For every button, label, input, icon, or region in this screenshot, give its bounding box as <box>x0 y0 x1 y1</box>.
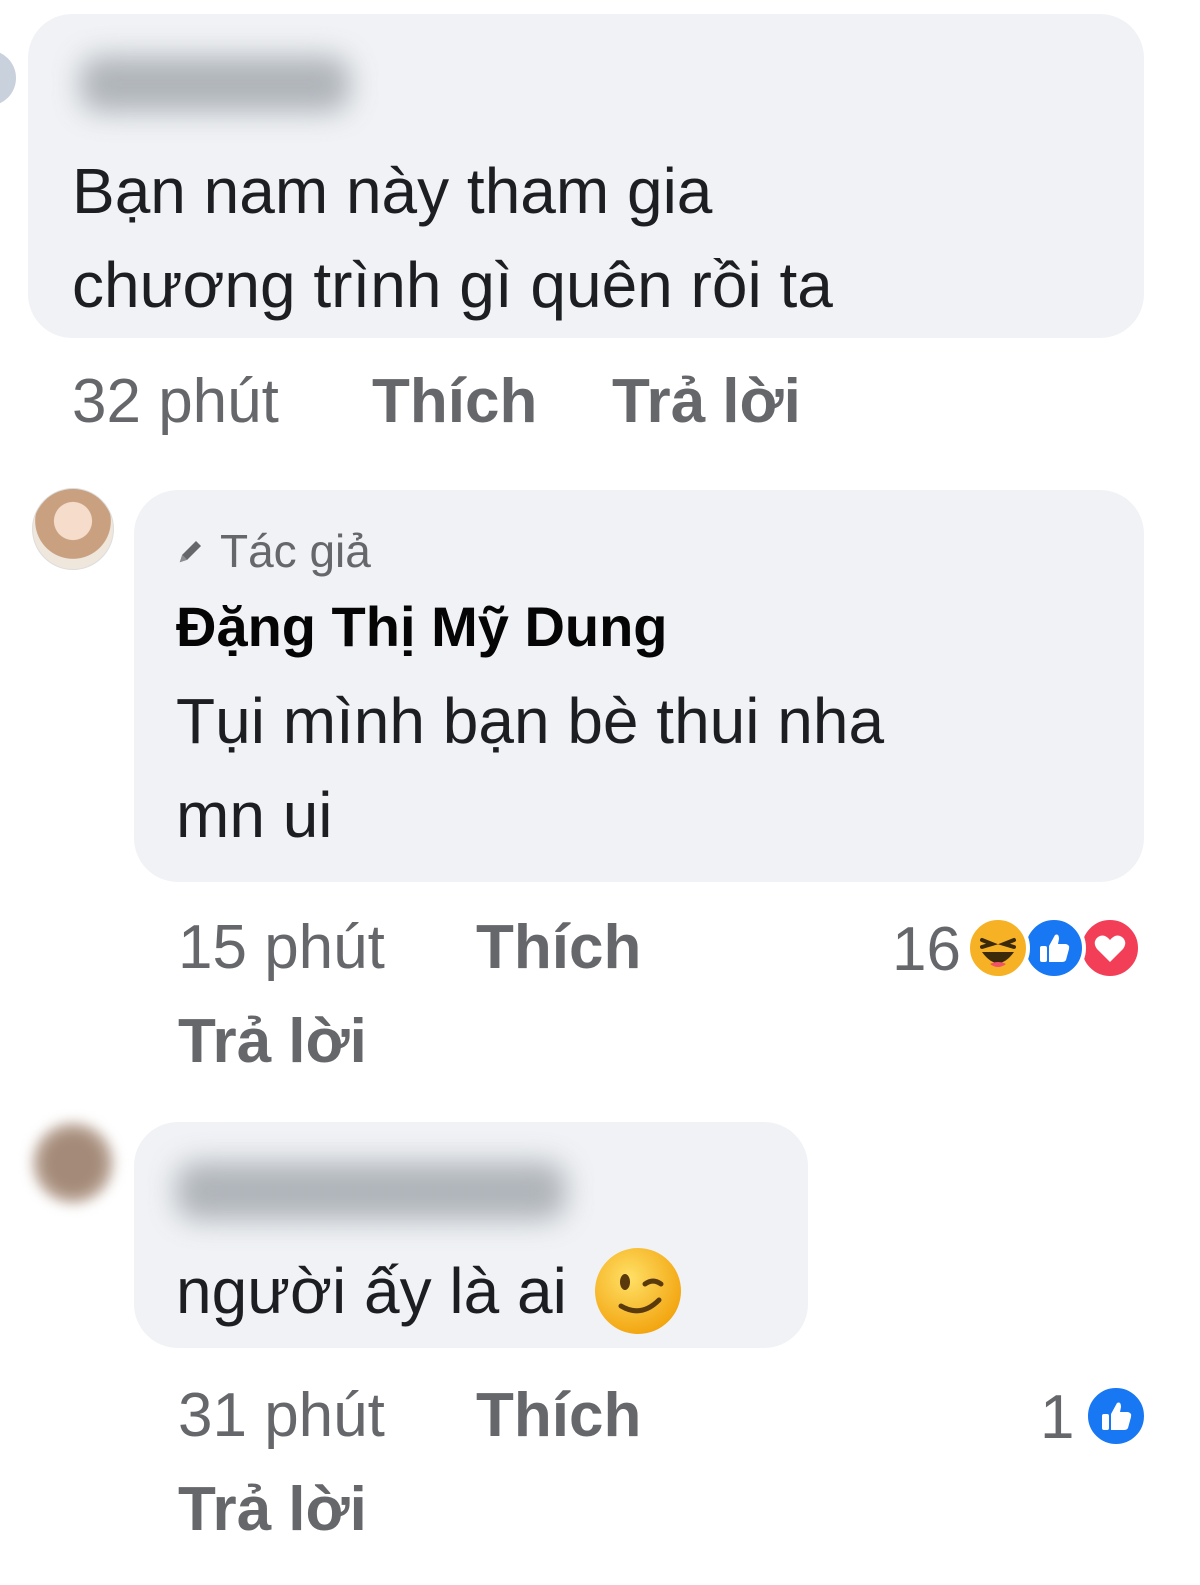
comment-text: người ấy là ai <box>176 1255 567 1327</box>
comment-timestamp[interactable]: 32 phút <box>72 366 279 437</box>
like-link[interactable]: Thích <box>476 1380 641 1451</box>
blurred-author-name[interactable] <box>80 56 350 112</box>
love-icon <box>1078 916 1142 980</box>
author-badge: Tác giả <box>176 525 371 577</box>
reply-link[interactable]: Trả lời <box>178 1474 367 1545</box>
reply-link[interactable]: Trả lời <box>612 366 801 437</box>
like-link[interactable]: Thích <box>372 366 537 437</box>
reaction-summary[interactable]: 1 <box>1040 1380 1150 1456</box>
avatar[interactable] <box>32 488 114 570</box>
like-link[interactable]: Thích <box>476 912 641 983</box>
haha-icon <box>966 916 1030 980</box>
comment-timestamp[interactable]: 15 phút <box>178 912 385 983</box>
avatar[interactable] <box>0 50 16 106</box>
comment-timestamp[interactable]: 31 phút <box>178 1380 385 1451</box>
like-icon <box>1084 1384 1148 1448</box>
comment-author-name[interactable]: Đặng Thị Mỹ Dung <box>176 594 668 659</box>
comment-bubble: Bạn nam này tham gia chương trình gì quê… <box>28 14 1144 338</box>
wink-emoji-icon <box>594 1248 681 1334</box>
reaction-count: 16 <box>892 915 961 984</box>
comment-bubble: người ấy là ai <box>134 1122 808 1348</box>
author-badge-label: Tác giả <box>220 525 371 577</box>
reaction-count: 1 <box>1040 1383 1075 1452</box>
comment-text-line: Bạn nam này tham gia <box>72 155 713 227</box>
comment-text-row: người ấy là ai <box>176 1244 683 1338</box>
pencil-icon <box>179 541 201 563</box>
blurred-author-name[interactable] <box>176 1162 566 1220</box>
comment-text-line: chương trình gì quên rồi ta <box>72 249 833 321</box>
comment-text-line: Tụi mình bạn bè thui nha <box>176 685 885 757</box>
comment-bubble: Tác giả Đặng Thị Mỹ Dung Tụi mình bạn bè… <box>134 490 1144 882</box>
reply-link[interactable]: Trả lời <box>178 1006 367 1077</box>
comment-text-line: mn ui <box>176 779 333 851</box>
like-icon <box>1022 916 1086 980</box>
avatar[interactable] <box>32 1122 114 1204</box>
reaction-summary[interactable]: 16 <box>892 912 1152 988</box>
